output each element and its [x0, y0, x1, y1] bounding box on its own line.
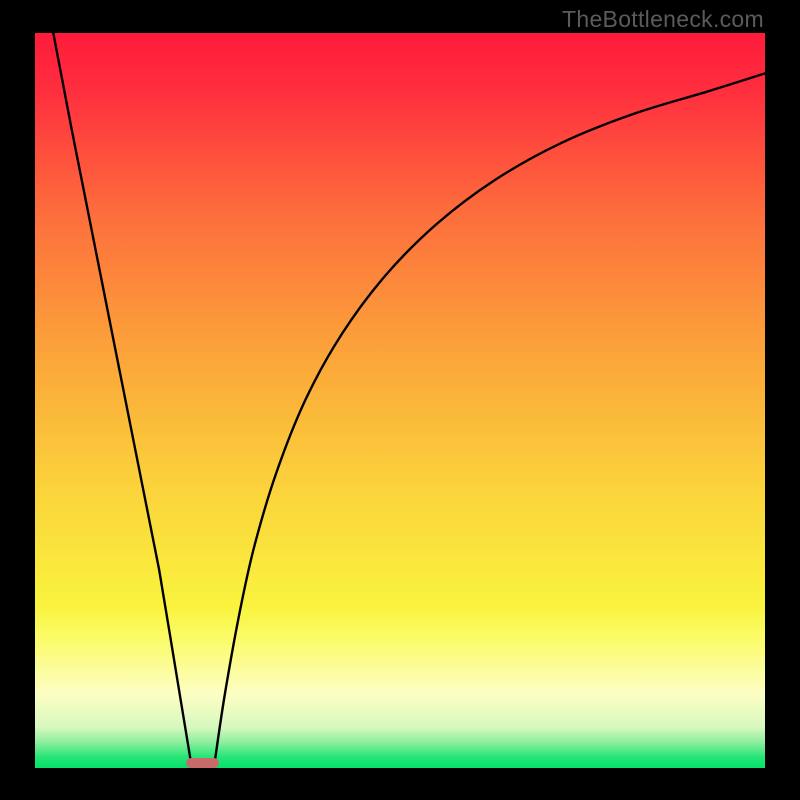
series-right-branch [214, 73, 765, 768]
watermark-text: TheBottleneck.com [562, 6, 764, 33]
optimal-marker [186, 758, 219, 768]
bottleneck-curve [35, 33, 765, 768]
plot-area [35, 33, 765, 768]
chart-frame: TheBottleneck.com [0, 0, 800, 800]
series-left-branch [53, 33, 192, 768]
